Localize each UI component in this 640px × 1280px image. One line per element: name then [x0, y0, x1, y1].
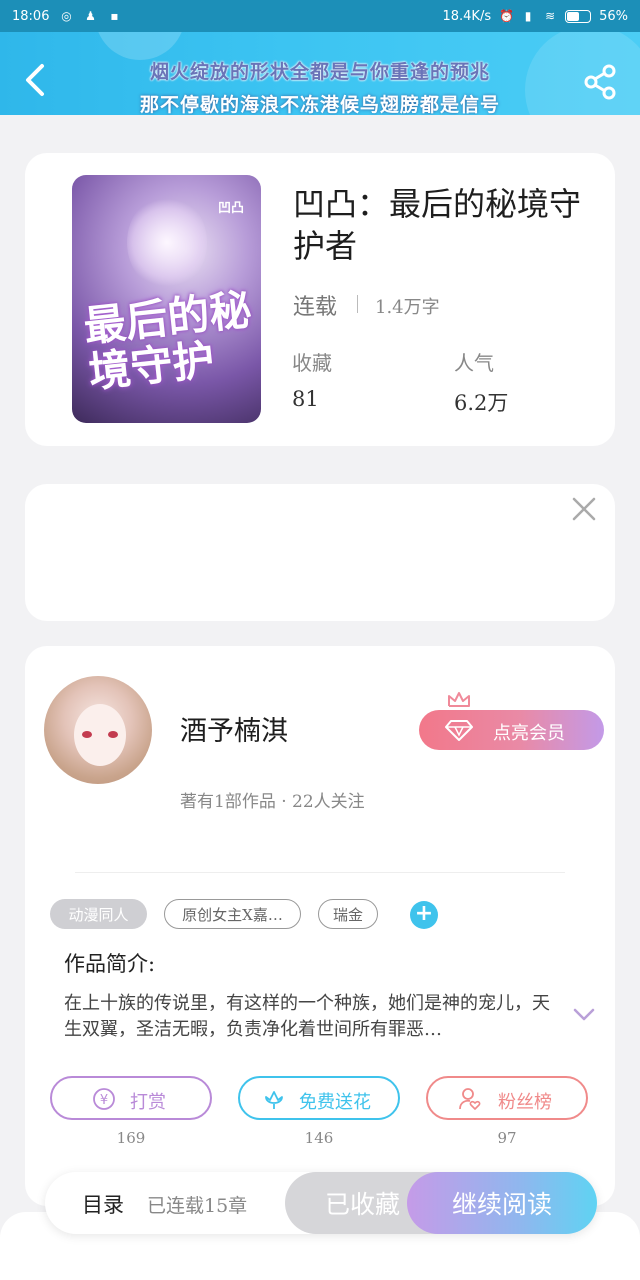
top-header: 18:06 ◎ ♟ ▪ 18.4K/s ⏰ ▮ ≋ 56% 烟火绽放的形状全都是…: [0, 0, 640, 115]
tag-chip[interactable]: 动漫同人: [50, 899, 147, 929]
avatar-eye: [108, 731, 118, 738]
weibo-icon: ◎: [61, 9, 72, 23]
book-cover[interactable]: 凹凸 最后的秘境守护: [72, 175, 261, 423]
yen-coin-icon: ¥: [93, 1088, 115, 1110]
tag-chip[interactable]: 瑞金: [318, 899, 378, 929]
share-icon[interactable]: [580, 62, 620, 102]
fan-ranking-count: 97: [497, 1129, 517, 1147]
ad-card: [25, 484, 615, 621]
stat-value-popularity: 6.2万: [454, 391, 509, 415]
reward-label: 打赏: [130, 1092, 166, 1113]
alarm-icon: ⏰: [499, 9, 515, 23]
send-flower-count: 146: [304, 1129, 334, 1147]
fan-ranking-button[interactable]: 粉丝榜: [426, 1076, 588, 1120]
author-name[interactable]: 酒予楠淇: [180, 709, 288, 748]
diamond-icon: [445, 720, 473, 741]
vip-button-label: 点亮会员: [493, 723, 565, 744]
tag-chip[interactable]: 原创女主X嘉…: [164, 899, 301, 929]
status-time: 18:06: [12, 8, 50, 24]
lyric-line-1: 烟火绽放的形状全都是与你重逢的预兆: [149, 61, 490, 83]
cover-tag: 凹凸: [218, 201, 245, 216]
user-heart-icon: [459, 1088, 481, 1110]
author-meta: 著有1部作品 · 22人关注: [180, 792, 365, 812]
author-details-card: 酒予楠淇 著有1部作品 · 22人关注 点亮会员 动漫同人 原创女主X嘉… 瑞金…: [25, 646, 615, 1206]
battery-icon: [565, 9, 592, 23]
lyric-line-2: 那不停歇的海浪不冻港候鸟翅膀都是信号: [139, 94, 500, 115]
notification-icon: ▪: [110, 9, 119, 23]
reward-button[interactable]: ¥ 打赏: [50, 1076, 212, 1120]
wifi-icon: ≋: [545, 9, 556, 23]
divider: [357, 295, 358, 313]
stat-label-favorites: 收藏: [292, 351, 332, 375]
crown-icon: [448, 692, 470, 707]
network-speed: 18.4K/s: [442, 8, 492, 24]
vip-button[interactable]: 点亮会员: [419, 710, 604, 750]
status-bar: 18:06 ◎ ♟ ▪ 18.4K/s ⏰ ▮ ≋ 56%: [0, 0, 640, 32]
qq-icon: ♟: [85, 9, 96, 23]
book-word-count: 1.4万字: [375, 297, 440, 318]
cover-glow: [127, 195, 207, 290]
stat-label-popularity: 人气: [454, 351, 494, 375]
catalog-button[interactable]: 目录: [82, 1189, 124, 1219]
close-icon[interactable]: [571, 496, 597, 522]
add-tag-button[interactable]: +: [410, 901, 438, 929]
chevron-down-icon[interactable]: [573, 1008, 595, 1022]
intro-text: 在上十族的传说里，有这样的一个种族，她们是神的宠儿，天生双翼，圣洁无暇，负责净化…: [64, 993, 550, 1040]
chapter-count[interactable]: 已连载15章: [147, 1191, 247, 1218]
avatar-eye: [82, 731, 92, 738]
signal-icon: ▮: [524, 9, 532, 23]
stat-value-favorites: 81: [292, 387, 319, 411]
divider: [75, 872, 565, 873]
intro-title: 作品简介:: [64, 952, 156, 976]
flower-icon: [265, 1091, 283, 1109]
battery-percent: 56%: [599, 8, 628, 24]
book-status: 连载: [293, 295, 338, 320]
book-info-card: 凹凸 最后的秘境守护 凹凸：最后的秘境守护者 连载 1.4万字 收藏 81 人气…: [25, 153, 615, 446]
fan-ranking-label: 粉丝榜: [498, 1092, 552, 1113]
book-title: 凹凸：最后的秘境守护者: [293, 185, 582, 265]
svg-text:¥: ¥: [100, 1093, 108, 1108]
reading-action-bar: 目录 已连载15章 已收藏 继续阅读: [45, 1172, 597, 1234]
continue-reading-button[interactable]: 继续阅读: [407, 1172, 597, 1234]
reward-count: 169: [116, 1129, 146, 1147]
author-avatar[interactable]: [44, 676, 152, 784]
send-flower-button[interactable]: 免费送花: [238, 1076, 400, 1120]
cover-title-art: 最后的秘境守护: [81, 284, 254, 397]
send-flower-label: 免费送花: [299, 1092, 371, 1113]
